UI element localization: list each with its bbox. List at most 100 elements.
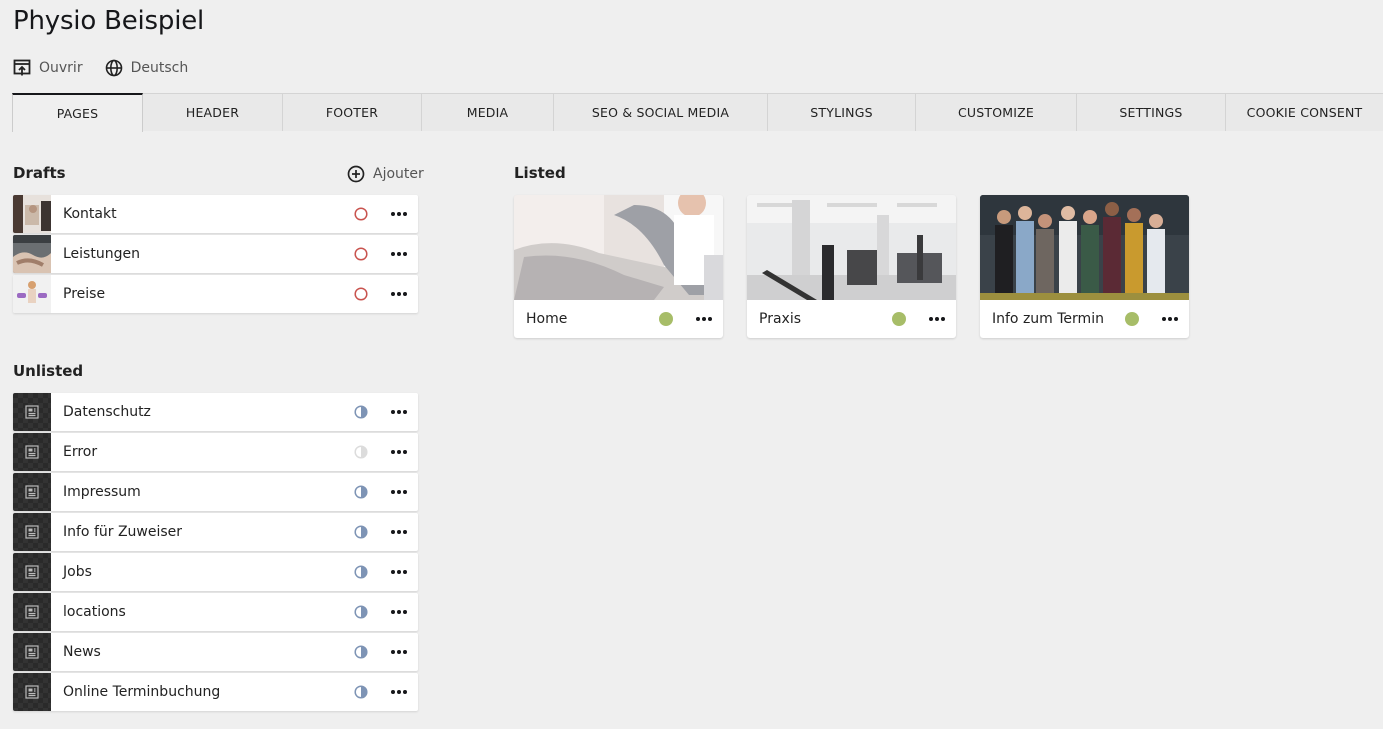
list-item[interactable]: Kontakt [13,195,418,233]
page-title: Home [526,311,568,327]
listed-cards: Home Praxis Info zum Termin [514,195,1189,338]
document-icon [25,405,39,419]
more-options-icon[interactable] [380,235,418,273]
more-options-icon[interactable] [685,300,723,338]
page-card[interactable]: Info zum Termin [980,195,1189,338]
page-thumbnail [13,633,51,671]
listed-status-icon[interactable] [647,300,685,338]
page-thumbnail [13,513,51,551]
draft-status-icon[interactable] [342,235,380,273]
globe-icon [105,59,122,77]
unlisted-heading: Unlisted [13,362,84,380]
unlisted-status-icon[interactable] [342,393,380,431]
unlisted-list: Datenschutz Error Impressum Info für Zuw… [13,393,418,713]
page-thumbnail [13,235,51,273]
open-external-icon [13,59,31,76]
more-options-icon[interactable] [380,195,418,233]
page-title: Leistungen [63,246,140,262]
page-title: locations [63,604,126,620]
listed-status-icon[interactable] [1113,300,1151,338]
page-title: Jobs [63,564,92,580]
page-thumbnail [13,593,51,631]
list-item[interactable]: Info für Zuweiser [13,513,418,551]
more-options-icon[interactable] [380,513,418,551]
page-title: News [63,644,101,660]
more-options-icon[interactable] [380,633,418,671]
list-item[interactable]: News [13,633,418,671]
more-options-icon[interactable] [380,553,418,591]
tab-seo-social-media[interactable]: SEO & SOCIAL MEDIA [554,93,768,131]
document-icon [25,685,39,699]
more-options-icon[interactable] [1151,300,1189,338]
tab-bar: PAGES HEADER FOOTER MEDIA SEO & SOCIAL M… [12,93,1383,132]
page-thumbnail [13,553,51,591]
tab-stylings[interactable]: STYLINGS [768,93,916,131]
more-options-icon[interactable] [380,275,418,313]
list-item[interactable]: Datenschutz [13,393,418,431]
page-title: Kontakt [63,206,117,222]
open-label: Ouvrir [39,60,83,76]
page-title: Impressum [63,484,141,500]
list-item[interactable]: Impressum [13,473,418,511]
page-thumbnail [13,473,51,511]
document-icon [25,485,39,499]
more-options-icon[interactable] [380,673,418,711]
list-item[interactable]: Jobs [13,553,418,591]
unlisted-status-icon[interactable] [342,673,380,711]
page-card[interactable]: Praxis [747,195,956,338]
tab-settings[interactable]: SETTINGS [1077,93,1226,131]
document-icon [25,605,39,619]
drafts-list: Kontakt Leistungen Preise [13,195,418,315]
page-thumbnail [13,393,51,431]
list-item[interactable]: Preise [13,275,418,313]
unlisted-status-icon[interactable] [342,433,380,471]
unlisted-status-icon[interactable] [342,473,380,511]
page-title: Info zum Termin [992,311,1104,327]
language-label: Deutsch [130,60,189,76]
unlisted-status-icon[interactable] [342,513,380,551]
tab-pages[interactable]: PAGES [12,93,143,132]
tab-header[interactable]: HEADER [143,93,283,131]
page-actions: Ouvrir Deutsch [13,59,188,77]
page-title: Error [63,444,98,460]
document-icon [25,445,39,459]
list-item[interactable]: Online Terminbuchung [13,673,418,711]
list-item[interactable]: Error [13,433,418,471]
list-item[interactable]: locations [13,593,418,631]
listed-status-icon[interactable] [880,300,918,338]
page-title: Datenschutz [63,404,151,420]
page-thumbnail [13,433,51,471]
page-title: Physio Beispiel [13,6,205,36]
unlisted-status-icon[interactable] [342,593,380,631]
document-icon [25,645,39,659]
page-card[interactable]: Home [514,195,723,338]
open-button[interactable]: Ouvrir [13,59,83,77]
page-card-image [980,195,1189,300]
more-options-icon[interactable] [380,433,418,471]
more-options-icon[interactable] [380,593,418,631]
more-options-icon[interactable] [380,393,418,431]
listed-heading: Listed [514,164,566,182]
more-options-icon[interactable] [918,300,956,338]
drafts-heading: Drafts [13,164,66,182]
more-options-icon[interactable] [380,473,418,511]
unlisted-status-icon[interactable] [342,633,380,671]
tab-footer[interactable]: FOOTER [283,93,422,131]
tab-media[interactable]: MEDIA [422,93,554,131]
page-thumbnail [13,275,51,313]
add-page-button[interactable]: Ajouter [347,165,424,183]
page-title: Info für Zuweiser [63,524,183,540]
language-button[interactable]: Deutsch [105,59,189,77]
add-circle-icon [347,165,365,183]
tab-customize[interactable]: CUSTOMIZE [916,93,1077,131]
page-title: Preise [63,286,106,302]
draft-status-icon[interactable] [342,195,380,233]
page-title: Praxis [759,311,801,327]
draft-status-icon[interactable] [342,275,380,313]
unlisted-status-icon[interactable] [342,553,380,591]
page-card-image [514,195,723,300]
tab-cookie-consent[interactable]: COOKIE CONSENT [1226,93,1383,131]
add-page-label: Ajouter [373,166,424,182]
document-icon [25,525,39,539]
list-item[interactable]: Leistungen [13,235,418,273]
